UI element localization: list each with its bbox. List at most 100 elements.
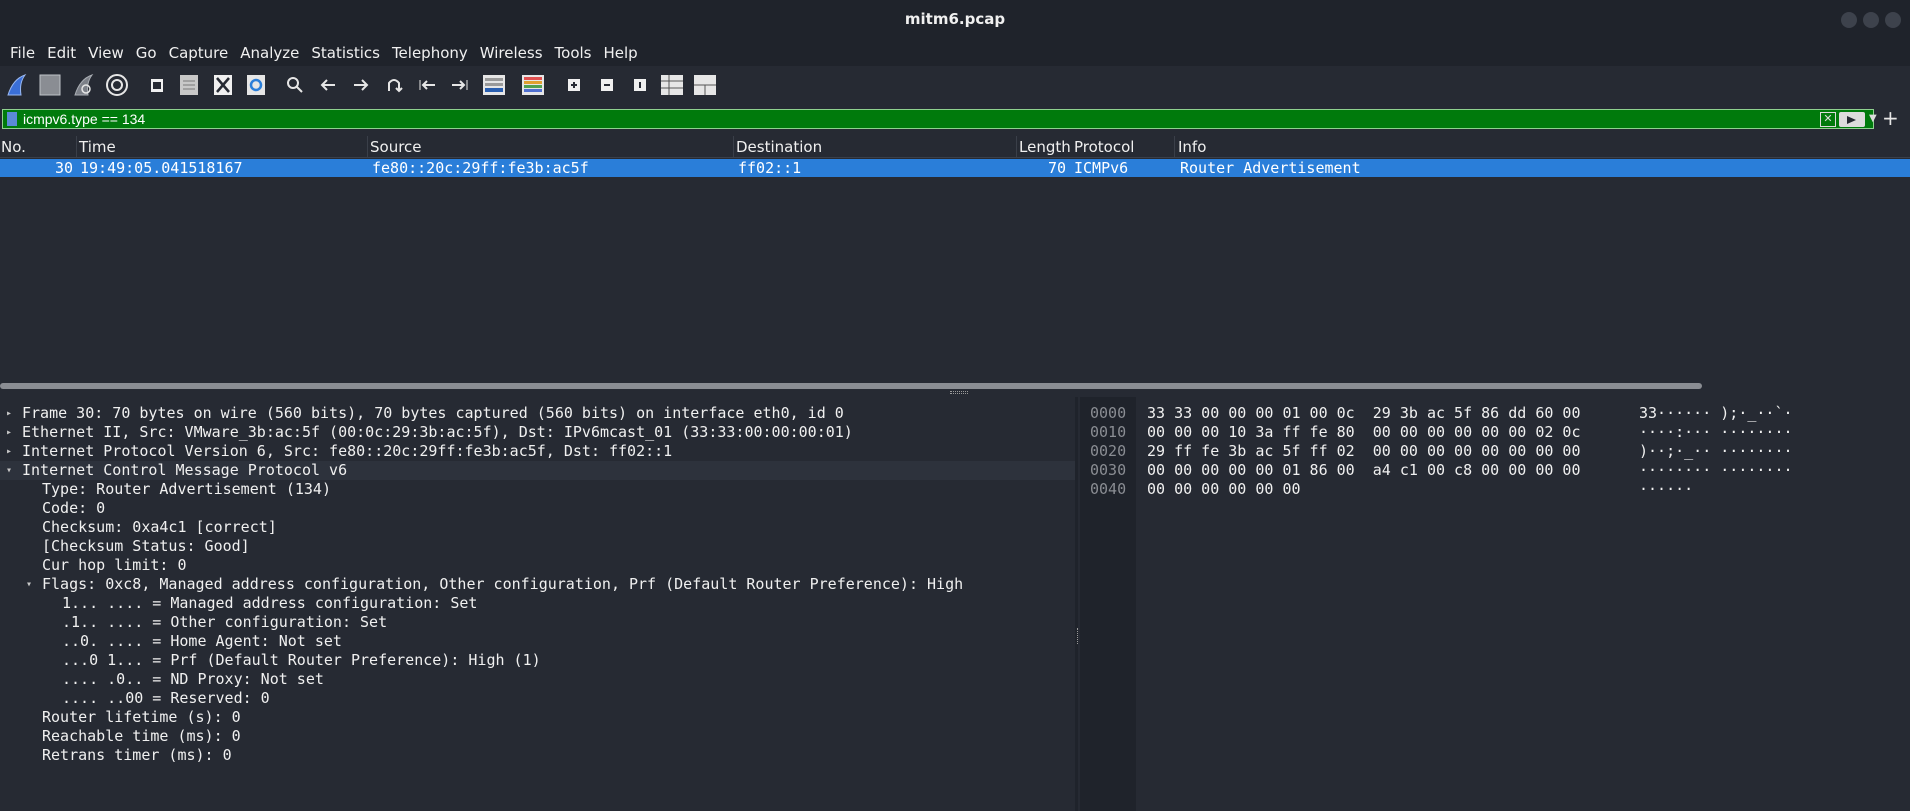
detail-row[interactable]: .1.. .... = Other configuration: Set <box>0 613 1075 632</box>
resize-columns-icon[interactable] <box>659 72 685 98</box>
bookmark-icon[interactable] <box>7 112 17 126</box>
detail-text: Frame 30: 70 bytes on wire (560 bits), 7… <box>22 404 844 422</box>
colorize-icon[interactable] <box>520 72 546 98</box>
reload-file-icon[interactable] <box>243 72 269 98</box>
detail-row[interactable]: Reachable time (ms): 0 <box>0 727 1075 746</box>
packet-time: 19:49:05.041518167 <box>80 159 243 177</box>
display-filter-input[interactable] <box>23 110 1813 128</box>
autoscroll-icon[interactable] <box>481 72 507 98</box>
detail-row[interactable]: ▾ Internet Control Message Protocol v6 <box>0 461 1075 480</box>
detail-text: Internet Control Message Protocol v6 <box>22 461 348 479</box>
hex-bytes[interactable]: 00 00 00 10 3a ff fe 80 00 00 00 00 00 0… <box>1147 423 1580 442</box>
menu-statistics[interactable]: Statistics <box>305 44 386 62</box>
minimize-button[interactable] <box>1841 12 1857 28</box>
stop-square-icon[interactable] <box>37 72 63 98</box>
column-header-info[interactable]: Info <box>1178 138 1206 156</box>
close-window-button[interactable] <box>1885 12 1901 28</box>
find-packet-icon[interactable] <box>282 72 308 98</box>
zoom-out-icon[interactable] <box>594 72 620 98</box>
detail-text: Type: Router Advertisement (134) <box>42 480 331 498</box>
column-header-destination[interactable]: Destination <box>736 138 822 156</box>
detail-text: Reachable time (ms): 0 <box>42 727 241 745</box>
maximize-button[interactable] <box>1863 12 1879 28</box>
detail-row[interactable]: ▸ Ethernet II, Src: VMware_3b:ac:5f (00:0… <box>0 423 1075 442</box>
detail-row[interactable]: Retrans timer (ms): 0 <box>0 746 1075 765</box>
menu-wireless[interactable]: Wireless <box>474 44 549 62</box>
column-header-time[interactable]: Time <box>79 138 116 156</box>
window-title: mitm6.pcap <box>904 10 1006 28</box>
hex-ascii[interactable]: ········ ········ <box>1639 461 1793 480</box>
menu-file[interactable]: File <box>4 44 41 62</box>
menu-go[interactable]: Go <box>130 44 163 62</box>
packet-no: 30 <box>55 159 74 177</box>
detail-row[interactable]: [Checksum Status: Good] <box>0 537 1075 556</box>
detail-row[interactable]: Cur hop limit: 0 <box>0 556 1075 575</box>
capture-options-gear-icon[interactable] <box>104 72 130 98</box>
detail-row[interactable]: Router lifetime (s): 0 <box>0 708 1075 727</box>
hex-bytes[interactable]: 29 ff fe 3b ac 5f ff 02 00 00 00 00 00 0… <box>1147 442 1580 461</box>
collapse-arrow-icon[interactable]: ▾ <box>26 575 32 594</box>
vertical-splitter-grip-icon[interactable] <box>1077 628 1079 644</box>
layout-icon[interactable] <box>692 72 718 98</box>
packet-row[interactable]: 30 19:49:05.041518167 fe80::20c:29ff:fe3… <box>0 159 1910 177</box>
go-to-packet-icon[interactable] <box>381 72 407 98</box>
expand-arrow-icon[interactable]: ▸ <box>6 423 12 442</box>
packet-list-horizontal-scrollbar[interactable] <box>0 383 1702 389</box>
detail-row[interactable]: Code: 0 <box>0 499 1075 518</box>
hex-ascii[interactable]: 33······ );·_··`· <box>1639 404 1793 423</box>
hex-offset: 0030 <box>1090 461 1127 479</box>
hex-bytes[interactable]: 33 33 00 00 00 01 00 0c 29 3b ac 5f 86 d… <box>1147 404 1580 423</box>
menu-view[interactable]: View <box>82 44 130 62</box>
open-file-icon[interactable] <box>144 72 170 98</box>
close-file-icon[interactable] <box>210 72 236 98</box>
column-header-protocol[interactable]: Protocol <box>1074 138 1134 156</box>
detail-row[interactable]: ▸ Internet Protocol Version 6, Src: fe80:… <box>0 442 1075 461</box>
detail-row[interactable]: .... ..00 = Reserved: 0 <box>0 689 1075 708</box>
normal-size-icon[interactable] <box>627 72 653 98</box>
expand-arrow-icon[interactable]: ▸ <box>6 404 12 423</box>
menu-tools[interactable]: Tools <box>549 44 598 62</box>
menu-capture[interactable]: Capture <box>163 44 235 62</box>
menu-telephony[interactable]: Telephony <box>386 44 474 62</box>
column-header-source[interactable]: Source <box>370 138 422 156</box>
packet-source: fe80::20c:29ff:fe3b:ac5f <box>372 159 589 177</box>
last-packet-icon[interactable] <box>447 72 473 98</box>
shark-fin-start-icon[interactable] <box>4 72 30 98</box>
menu-analyze[interactable]: Analyze <box>234 44 305 62</box>
add-filter-button-icon[interactable]: + <box>1882 106 1899 130</box>
go-forward-icon[interactable] <box>348 72 374 98</box>
detail-row[interactable]: ...0 1... = Prf (Default Router Preferen… <box>0 651 1075 670</box>
go-back-icon[interactable] <box>315 72 341 98</box>
hex-ascii[interactable]: )··;·_·· ········ <box>1639 442 1793 461</box>
details-bytes-splitter[interactable] <box>1075 397 1078 811</box>
packet-list-pane[interactable]: No. Time Source Destination Length Proto… <box>0 136 1910 392</box>
restart-fin-icon[interactable] <box>71 72 97 98</box>
detail-row[interactable]: .... .0.. = ND Proxy: Not set <box>0 670 1075 689</box>
detail-row[interactable]: ..0. .... = Home Agent: Not set <box>0 632 1075 651</box>
hex-bytes[interactable]: 00 00 00 00 00 01 86 00 a4 c1 00 c8 00 0… <box>1147 461 1580 480</box>
detail-row[interactable]: ▸ Frame 30: 70 bytes on wire (560 bits), … <box>0 404 1075 423</box>
menu-help[interactable]: Help <box>597 44 643 62</box>
hex-ascii[interactable]: ······ <box>1639 480 1693 499</box>
collapse-arrow-icon[interactable]: ▾ <box>6 461 12 480</box>
zoom-in-icon[interactable] <box>561 72 587 98</box>
splitter-grip-icon[interactable] <box>950 391 968 394</box>
first-packet-icon[interactable] <box>414 72 440 98</box>
packet-details-pane[interactable]: ▸ Frame 30: 70 bytes on wire (560 bits), … <box>0 397 1075 811</box>
chevron-down-icon[interactable]: ▼ <box>1869 113 1877 124</box>
detail-row[interactable]: Checksum: 0xa4c1 [correct] <box>0 518 1075 537</box>
clear-filter-icon[interactable]: ✕ <box>1820 112 1836 127</box>
save-file-icon[interactable] <box>176 72 202 98</box>
hex-ascii[interactable]: ····:··· ········ <box>1639 423 1793 442</box>
detail-row[interactable]: 1... .... = Managed address configuratio… <box>0 594 1075 613</box>
menu-edit[interactable]: Edit <box>41 44 82 62</box>
detail-row[interactable]: ▾ Flags: 0xc8, Managed address configurat… <box>0 575 1075 594</box>
packet-bytes-pane[interactable]: 33 33 00 00 00 01 00 0c 29 3b ac 5f 86 d… <box>1136 397 1910 811</box>
column-header-length[interactable]: Length <box>1019 138 1071 156</box>
hex-bytes[interactable]: 00 00 00 00 00 00 <box>1147 480 1301 499</box>
column-header-no[interactable]: No. <box>1 138 26 156</box>
expand-arrow-icon[interactable]: ▸ <box>6 442 12 461</box>
detail-text: Code: 0 <box>42 499 106 517</box>
detail-row[interactable]: Type: Router Advertisement (134) <box>0 480 1075 499</box>
apply-filter-icon[interactable] <box>1839 112 1865 127</box>
